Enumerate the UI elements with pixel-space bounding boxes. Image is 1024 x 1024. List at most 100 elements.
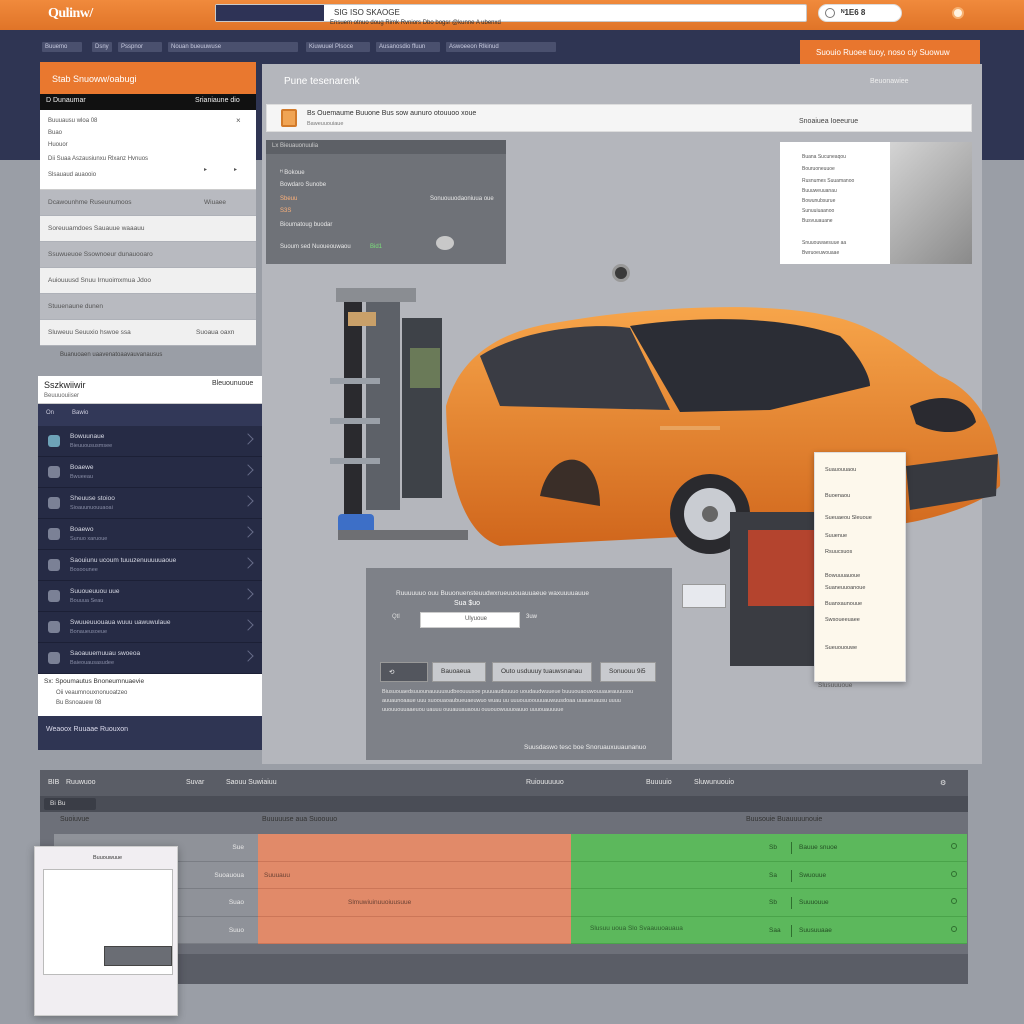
filter-row[interactable]: Dcawounhme Ruseunumoos Wiuaee	[40, 190, 256, 216]
oil-icon	[48, 652, 60, 664]
column-header[interactable]: Buuuuuse aua Suoouuo	[262, 816, 337, 823]
car-badge-icon	[281, 109, 297, 127]
filter-row[interactable]: Ssuwueuoe Ssownoeur dunauooaro	[40, 242, 256, 268]
close-icon[interactable]: ×	[236, 116, 241, 125]
checklist-item: Sueuaeou Sleuoue	[825, 515, 872, 521]
chevron-right-icon	[242, 495, 254, 507]
filter-row[interactable]: Stuuenaune dunen	[40, 294, 256, 320]
doc-line: Bowunubsurue	[802, 198, 836, 204]
mobile-checklist[interactable]: Suauouuaou Buoenaou Sueuaeou Sleuoue Suu…	[814, 452, 906, 682]
item-subtitle: Sunuo xaruoue	[70, 536, 108, 542]
filter-value: Wiuaee	[204, 199, 227, 206]
list-item[interactable]: Saoauuemuuau swoeoa Baieouausasudee	[38, 643, 262, 674]
filter-label: Dcawounhme Ruseunumoos	[48, 199, 132, 206]
list-item[interactable]: Boaewo Sunuo xaruoue	[38, 519, 262, 550]
table-toolbar-item[interactable]: Ruiouuuuuo	[526, 779, 564, 786]
quantity-field[interactable]: Ulyuoue	[420, 612, 520, 628]
console-line: Bioumatoug buodar	[280, 222, 333, 228]
nav-item[interactable]: Psspnor	[118, 42, 162, 52]
chevron-icon[interactable]: ▸	[234, 166, 237, 173]
divider	[791, 869, 792, 882]
account-switcher[interactable]: ᴺ1E6 8	[818, 4, 902, 22]
chevron-icon[interactable]: ▸	[204, 166, 207, 173]
list-item[interactable]: Saouiunu ucoum tuuuzenuuuuuaoue Bosoounee	[38, 550, 262, 581]
checklist-item: Sueuououwe	[825, 645, 858, 651]
list-footer[interactable]: Weaoox Ruuaae Ruouxon	[38, 716, 262, 750]
settings-icon[interactable]: ⚙	[940, 779, 946, 787]
status-dot-icon	[951, 870, 957, 877]
list-item[interactable]: Suuoueuuou uue Bouuua Seau	[38, 581, 262, 612]
list-item[interactable]: Boaewe Bwueeau	[38, 457, 262, 488]
item-subtitle: Bosoounee	[70, 567, 98, 573]
list-item[interactable]: Sheuuse stoioo Sioauunuouuaoai	[38, 488, 262, 519]
table-toolbar-item[interactable]: BIB	[48, 779, 59, 786]
filter-footer[interactable]: Buanuoaen uaavenatoaavauvanausus	[60, 352, 256, 358]
list-item[interactable]: Swuueuuouaua wuuu uawuwulaue Bonaueusoeue	[38, 612, 262, 643]
filter-row[interactable]: Soreuuamdoes Sauauue waaauu	[40, 216, 256, 242]
table-toolbar-item[interactable]: Sluwunuouio	[694, 779, 734, 786]
table-filter-pill[interactable]: Bi Bu	[44, 798, 96, 810]
item-subtitle: Bwueeau	[70, 474, 93, 480]
status-dot-icon	[951, 925, 957, 932]
document-page: Buana Sucuneaqou Bouruoneuuoe Rusnumes S…	[780, 142, 890, 264]
chevron-right-icon	[242, 588, 254, 600]
page-curl	[890, 142, 972, 264]
engine-icon	[48, 497, 60, 509]
form-button[interactable]: Bauoaeua	[432, 662, 486, 682]
panel-header: Stab Snuoww/oabugi	[40, 62, 256, 94]
console-line: ᴴ Bokoue	[280, 170, 305, 176]
summary-card: Buuuausu wloa 08 Buao Huouor Dii Suaa As…	[40, 110, 256, 190]
checklist-footer[interactable]: Slusuuuoue	[818, 682, 852, 689]
document-preview[interactable]: Buana Sucuneaqou Bouruoneuuoe Rusnumes S…	[780, 142, 972, 264]
item-title: Sheuuse stoioo	[70, 495, 115, 502]
share-button[interactable]: ⟲	[380, 662, 428, 682]
column-header[interactable]: Suoiuvue	[60, 816, 89, 823]
list-header-action[interactable]: Bleuounuoue	[212, 380, 253, 387]
doc-line: Bouruoneuuoe	[802, 166, 835, 172]
table-toolbar-item[interactable]: Suvar	[186, 779, 204, 786]
nav-item[interactable]: Kiuwuuel Plsoce	[306, 42, 370, 52]
table-row[interactable]: Sa Swuouue	[571, 862, 967, 889]
avatar[interactable]	[952, 7, 964, 19]
nav-cta-button[interactable]: Suouio Ruoee tuoy, noso ciy Suowuw	[800, 40, 980, 64]
form-footer-link[interactable]: Suusdaswo tesc boe Snoruauxuuaunanuo	[524, 744, 646, 751]
table-row[interactable]: Sb Suuuouue	[571, 889, 967, 917]
checklist-item: Swsoueeuaee	[825, 617, 860, 623]
toggle-icon[interactable]	[436, 236, 454, 250]
table-row[interactable]: Sb Bauue snuoe	[571, 834, 967, 862]
selected-detail: Oii veaumnouxnonuoatzeo	[56, 690, 128, 696]
report-thumbnail[interactable]: Buuouwuue	[34, 846, 178, 1016]
table-toolbar-item[interactable]: Ruuwuoo	[66, 779, 96, 786]
table-cell: Suuuauu	[258, 862, 571, 889]
nav-item[interactable]: Nouan bueuuwuse	[168, 42, 298, 52]
nav-item[interactable]: Dsny	[92, 42, 112, 52]
search-scope[interactable]	[216, 5, 324, 21]
column-header[interactable]: Buusouie Buauuuunouie	[746, 816, 822, 823]
nav-item[interactable]: Aswoeeon Rlkinud	[446, 42, 556, 52]
table-cell: Saa	[769, 926, 781, 934]
app-logo[interactable]: Qulinw/	[48, 6, 93, 22]
table-toolbar-item[interactable]: Buuuuio	[646, 779, 672, 786]
header-action[interactable]: Beuonawiee	[870, 78, 909, 85]
filter-row[interactable]: Sluweuu Seuuxio hswoe ssa Suoaua oaxn	[40, 320, 256, 346]
info-title: Bs Ouemaume Buuone Bus sow aunuro otouuo…	[307, 110, 477, 117]
search-suggestions[interactable]: Ensuem otnuo doug Rimk Rvniors Dbo bogsr…	[330, 20, 810, 26]
table-toolbar-item[interactable]: Saouu Suwiaiuu	[226, 779, 277, 786]
wrench-icon	[48, 466, 60, 478]
table-cell: Swuouue	[799, 871, 827, 879]
chevron-right-icon	[242, 526, 254, 538]
info-right[interactable]: Snoaiuea Ioeeurue	[799, 118, 858, 125]
item-subtitle: Bouuua Seau	[70, 598, 104, 604]
list-subheader: On Bawio	[38, 404, 262, 426]
item-subtitle: Baieouausasudee	[70, 660, 115, 666]
chevron-right-icon	[242, 557, 254, 569]
location-pin-icon[interactable]	[612, 264, 630, 282]
selected-item[interactable]: Sx: Spoumautus Bnoneumnuaevie Oii veaumn…	[38, 674, 262, 716]
nav-item[interactable]: Ausanosdio ffuun	[376, 42, 440, 52]
list-item[interactable]: Bowuunaue Bieuuoususmsee	[38, 426, 262, 457]
filter-row[interactable]: Auiouuusd Snuu Irnuoimxmua Jdoo	[40, 268, 256, 294]
nav-item[interactable]: Buuemo	[42, 42, 82, 52]
chevron-right-icon	[242, 464, 254, 476]
form-button[interactable]: Outo usduuuy tuauwsnanau	[492, 662, 592, 682]
form-button[interactable]: Sonuouu 9i5	[600, 662, 656, 682]
